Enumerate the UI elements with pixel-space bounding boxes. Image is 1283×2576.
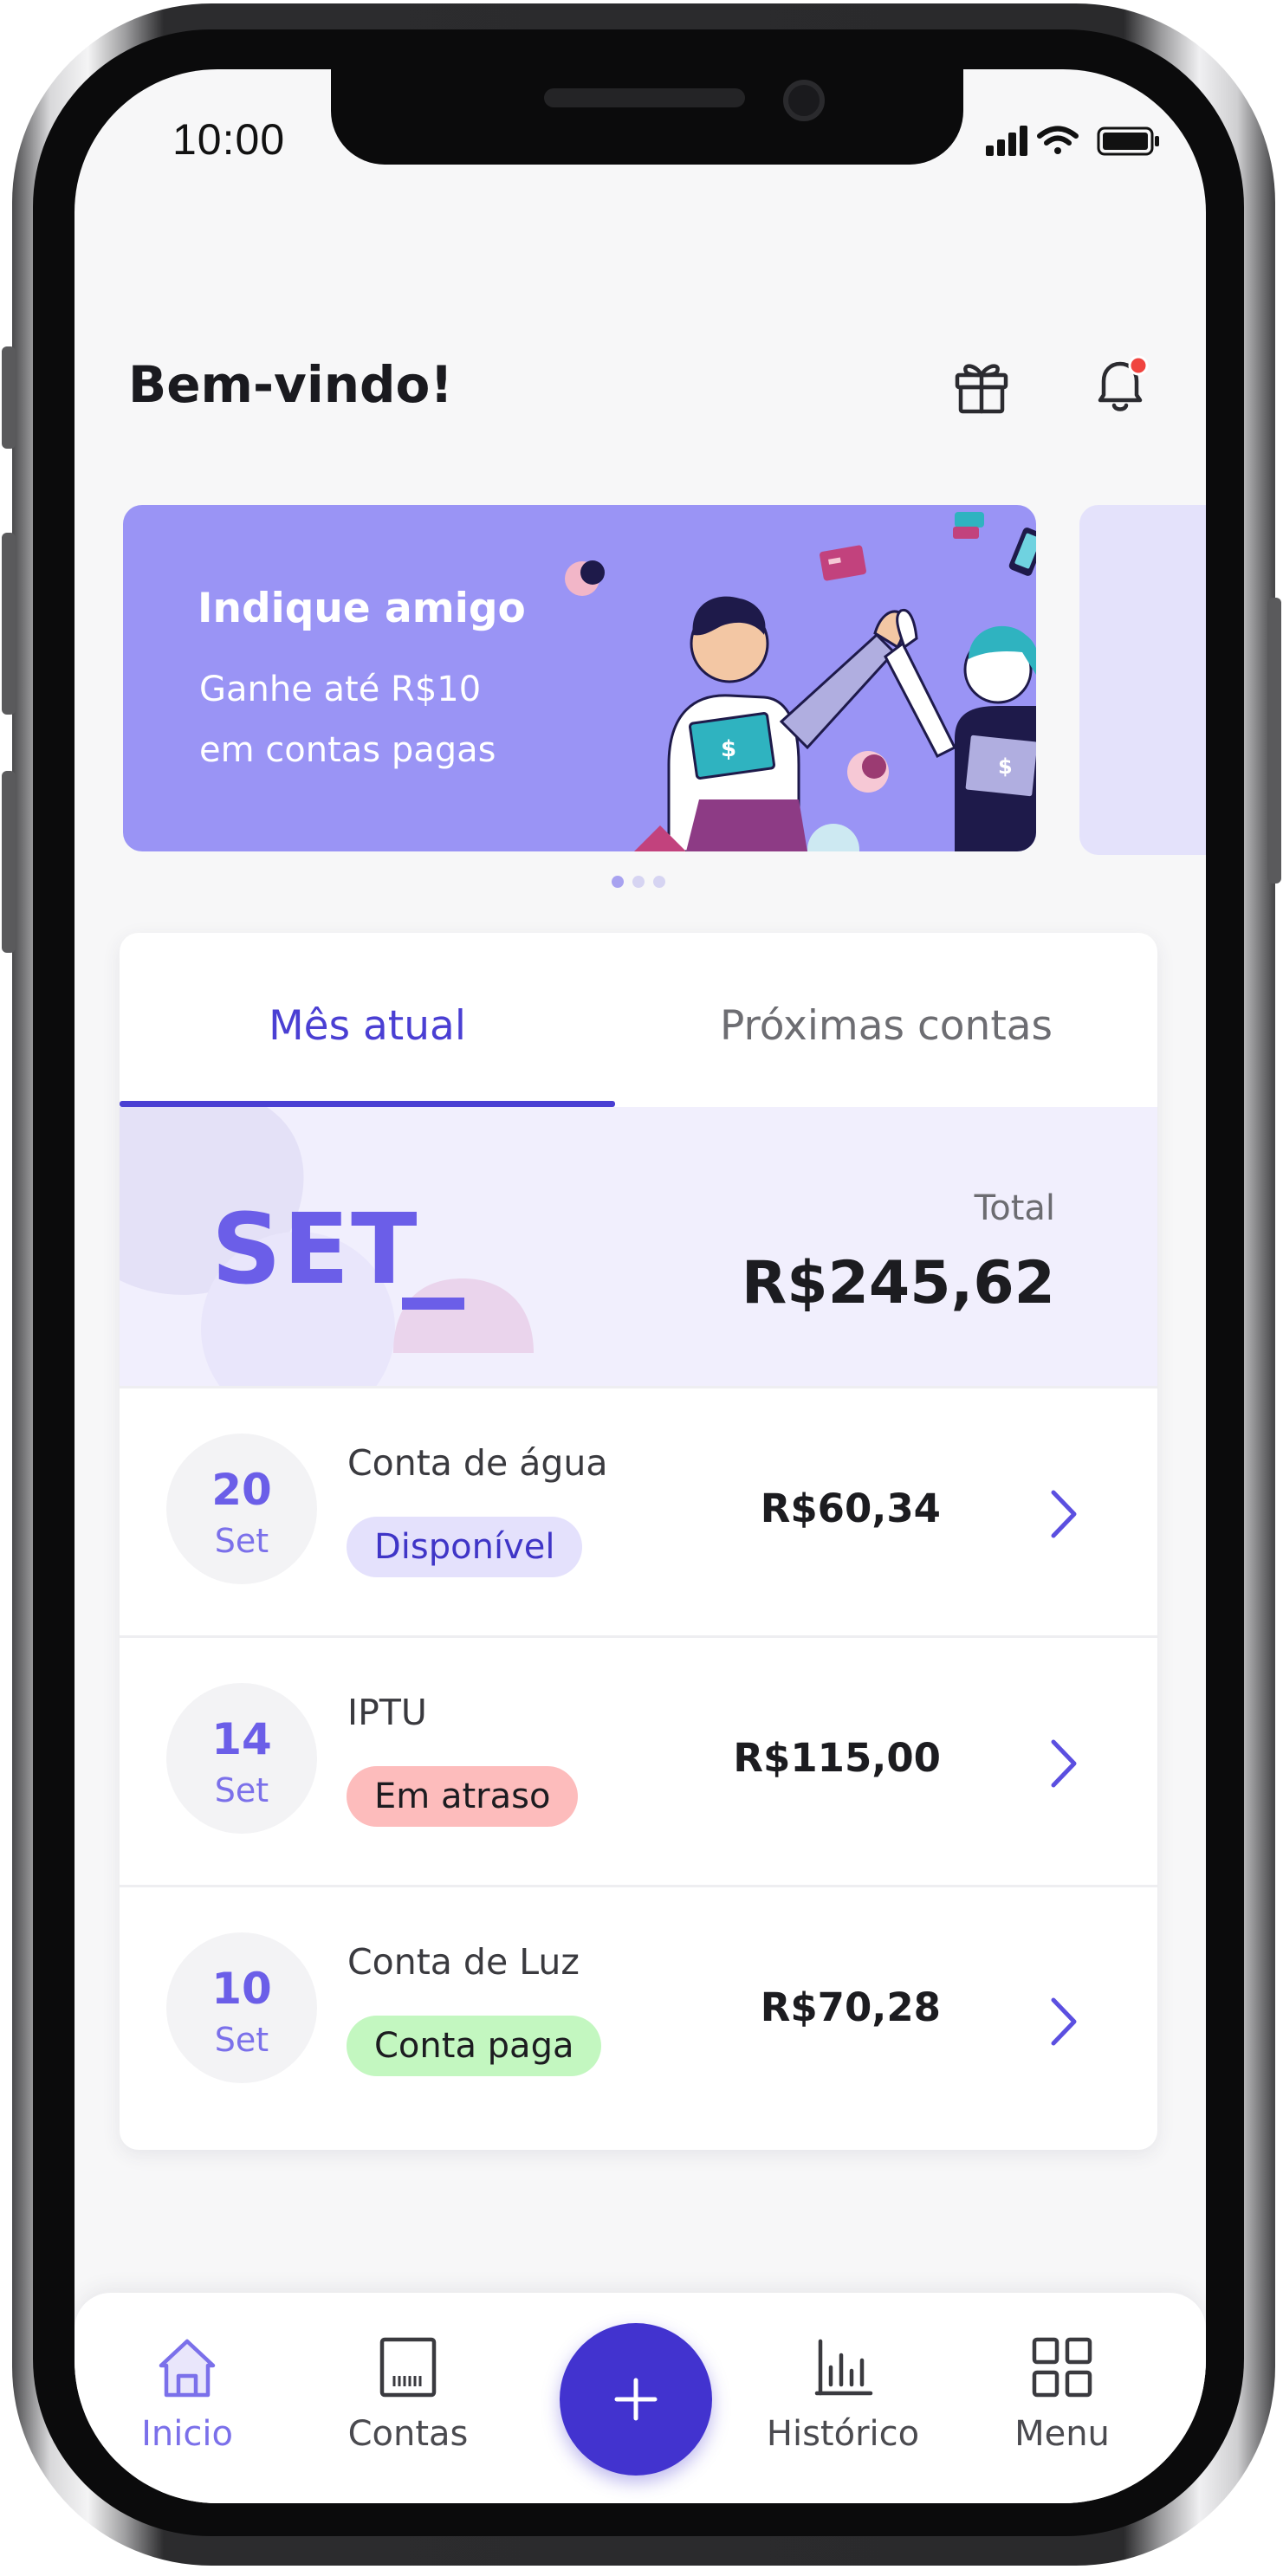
bill-amount: R$70,28 (760, 1984, 941, 2030)
notifications-button[interactable] (1083, 346, 1161, 424)
nav-item-historico[interactable]: Histórico (761, 2293, 925, 2466)
notch (331, 69, 963, 165)
nav-label: Histórico (766, 2414, 920, 2454)
status-badge-available: Disponível (347, 1517, 583, 1577)
home-icon (159, 2339, 216, 2398)
status-time: 10:00 (172, 115, 286, 164)
bill-amount: R$60,34 (760, 1485, 941, 1531)
bill-date: 14 Set (166, 1683, 317, 1834)
nav-item-contas[interactable]: Contas (326, 2293, 490, 2466)
gift-icon (955, 364, 1008, 414)
tab-upcoming-bills[interactable]: Próximas contas (615, 1002, 1157, 1050)
month-cursor (402, 1298, 464, 1310)
carousel-dot-1[interactable] (612, 876, 624, 888)
volume-up-button (2, 533, 16, 715)
carousel-dot-3[interactable] (653, 876, 665, 888)
bell-icon (1098, 355, 1149, 411)
status-badge-late: Em atraso (347, 1766, 579, 1827)
carousel-dot-2[interactable] (632, 876, 645, 888)
bill-date: 20 Set (166, 1434, 317, 1584)
battery-icon (1097, 126, 1159, 156)
page-title: Bem-vindo! (128, 355, 453, 414)
bill-row[interactable]: 20 Set Conta de água Disponível R$60,34 (120, 1386, 1157, 1635)
signal-icon (986, 126, 1027, 156)
status-icons (986, 126, 1159, 156)
bill-name: Conta de Luz (347, 1941, 580, 1983)
nav-label: Inicio (141, 2414, 233, 2454)
chevron-right-icon[interactable] (1038, 1990, 1090, 2054)
banner-title: Indique amigo (198, 585, 526, 632)
total-value: R$245,62 (741, 1249, 1055, 1317)
promo-banner[interactable]: Indique amigo Ganhe até R$10 em contas p… (123, 505, 1036, 851)
bill-day: 14 (211, 1714, 272, 1764)
volume-down-button (2, 771, 16, 953)
bills-card: Mês atual Próximas contas SET Total R$24… (120, 933, 1157, 2150)
add-bill-button[interactable] (560, 2323, 712, 2476)
nav-label: Menu (1014, 2414, 1110, 2454)
svg-text:$: $ (998, 754, 1013, 779)
next-banner-preview[interactable] (1079, 505, 1206, 855)
wifi-icon (1037, 126, 1079, 154)
chevron-right-icon[interactable] (1038, 1482, 1090, 1546)
plus-icon (614, 2378, 658, 2421)
chart-icon (814, 2339, 873, 2396)
status-badge-paid: Conta paga (347, 2016, 602, 2076)
bill-day: 20 (211, 1465, 272, 1515)
bill-day: 10 (211, 1964, 272, 2014)
bill-icon (379, 2337, 437, 2398)
nav-item-menu[interactable]: Menu (980, 2293, 1144, 2466)
chevron-right-icon[interactable] (1038, 1731, 1090, 1796)
banner-text-line2: em contas pagas (199, 730, 496, 770)
nav-item-inicio[interactable]: Inicio (105, 2293, 269, 2466)
bill-name: IPTU (347, 1692, 427, 1733)
power-button (1267, 598, 1281, 883)
bill-month: Set (214, 1522, 269, 1560)
carousel-indicator (612, 876, 665, 888)
banner-text-line1: Ganhe até R$10 (199, 670, 482, 709)
month-summary: SET Total R$245,62 (120, 1107, 1157, 1386)
bill-amount: R$115,00 (733, 1735, 941, 1781)
speaker (544, 88, 745, 107)
active-tab-underline (120, 1101, 615, 1107)
notification-dot (1128, 355, 1149, 376)
tab-current-month[interactable]: Mês atual (120, 1002, 615, 1050)
bill-month: Set (214, 1771, 269, 1809)
front-camera (783, 80, 825, 121)
nav-label: Contas (347, 2414, 469, 2454)
grid-icon (1032, 2337, 1092, 2398)
svg-text:$: $ (721, 736, 736, 762)
high-five-illustration: $ $ (565, 512, 1036, 851)
total-label: Total (974, 1188, 1055, 1228)
bill-row[interactable]: 10 Set Conta de Luz Conta paga R$70,28 (120, 1885, 1157, 2134)
bill-date: 10 Set (166, 1932, 317, 2083)
silent-switch (2, 346, 16, 449)
app-screen: 10:00 Bem-vindo! Indique amigo Ganhe até… (75, 69, 1206, 2503)
bill-month: Set (214, 2021, 269, 2059)
bill-name: Conta de água (347, 1442, 608, 1484)
month-code: SET (211, 1194, 419, 1306)
bill-row[interactable]: 14 Set IPTU Em atraso R$115,00 (120, 1635, 1157, 1885)
gift-button[interactable] (943, 346, 1021, 424)
